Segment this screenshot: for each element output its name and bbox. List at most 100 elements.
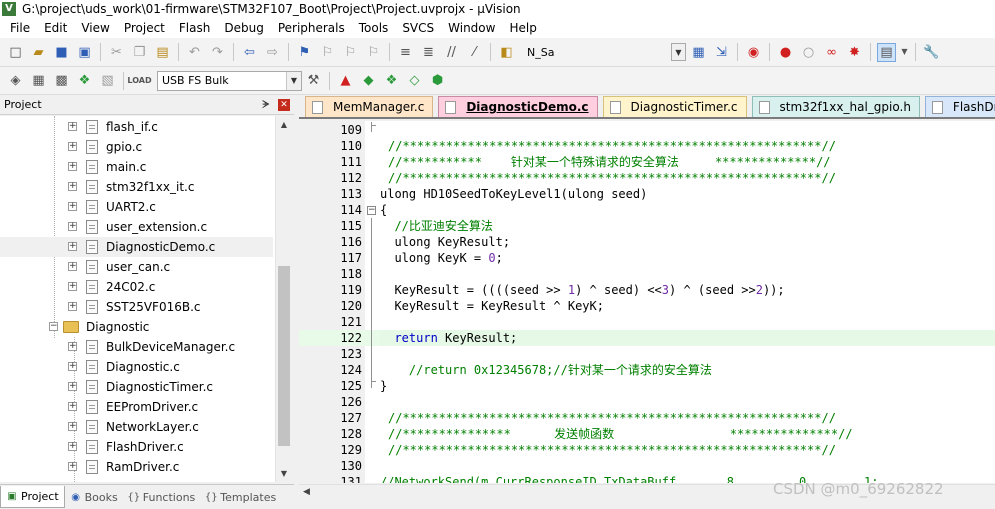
tree-file-user_can[interactable]: + user_can.c: [0, 257, 273, 277]
expand-icon[interactable]: +: [68, 342, 77, 351]
tree-file-main[interactable]: + main.c: [0, 157, 273, 177]
expand-icon[interactable]: +: [68, 182, 77, 191]
bookmark-next-icon[interactable]: ⚐: [341, 43, 360, 62]
tree-file-stm32f1xx_it[interactable]: + stm32f1xx_it.c: [0, 177, 273, 197]
scroll-down-icon[interactable]: ▼: [276, 465, 292, 482]
expand-icon[interactable]: +: [68, 242, 77, 251]
dropdown-arrow-icon[interactable]: ▼: [900, 43, 909, 62]
menu-edit[interactable]: Edit: [37, 21, 74, 35]
menu-project[interactable]: Project: [117, 21, 172, 35]
chevron-down-icon[interactable]: ▼: [286, 71, 301, 90]
new-file-icon[interactable]: □: [6, 43, 25, 62]
expand-icon[interactable]: +: [68, 462, 77, 471]
find-in-files-icon[interactable]: ◧: [497, 43, 516, 62]
target-options-icon[interactable]: ⚒: [304, 71, 323, 90]
menu-flash[interactable]: Flash: [172, 21, 217, 35]
unindent-icon[interactable]: ≣: [419, 43, 438, 62]
tab-diagnosticdemo[interactable]: DiagnosticDemo.c: [438, 96, 598, 117]
expand-icon[interactable]: +: [68, 382, 77, 391]
select-packs-icon[interactable]: ❖: [382, 71, 401, 90]
expand-icon[interactable]: +: [68, 122, 77, 131]
find-icon[interactable]: ▦: [689, 43, 708, 62]
tree-file-diagnosticdemo[interactable]: + DiagnosticDemo.c: [0, 237, 273, 257]
bookmark-clear-icon[interactable]: ⚐: [364, 43, 383, 62]
tree-file-eepromdriver[interactable]: + EEPromDriver.c: [0, 397, 273, 417]
menu-help[interactable]: Help: [502, 21, 543, 35]
pin-icon[interactable]: ᗚ: [262, 98, 270, 112]
expand-icon[interactable]: +: [68, 362, 77, 371]
expand-icon[interactable]: +: [68, 262, 77, 271]
menu-view[interactable]: View: [74, 21, 116, 35]
expand-icon[interactable]: +: [68, 142, 77, 151]
uncomment-icon[interactable]: ⁄: [465, 43, 484, 62]
kill-breakpoints-icon[interactable]: ✸: [845, 43, 864, 62]
undo-icon[interactable]: ↶: [185, 43, 204, 62]
cut-icon[interactable]: ✂: [107, 43, 126, 62]
menu-debug[interactable]: Debug: [217, 21, 270, 35]
indent-icon[interactable]: ≡: [396, 43, 415, 62]
manage-run-time-environment-icon[interactable]: ◆: [359, 71, 378, 90]
collapse-icon[interactable]: −: [367, 206, 376, 215]
navigate-forward-icon[interactable]: ⇨: [263, 43, 282, 62]
incremental-find-icon[interactable]: ⇲: [712, 43, 731, 62]
redo-icon[interactable]: ↷: [208, 43, 227, 62]
menu-file[interactable]: File: [3, 21, 37, 35]
project-tree-scrollbar[interactable]: ▲ ▼: [275, 116, 292, 482]
tab-flashdriver[interactable]: FlashDriver.c: [924, 96, 995, 117]
tab-templates[interactable]: {} Templates: [200, 486, 281, 508]
tree-file-ramdriver[interactable]: + RamDriver.c: [0, 457, 273, 477]
chevron-down-icon[interactable]: ▼: [671, 43, 686, 61]
tab-books[interactable]: ◉ Books: [65, 486, 123, 508]
comment-icon[interactable]: //: [442, 43, 461, 62]
tree-file-user_extension[interactable]: + user_extension.c: [0, 217, 273, 237]
download-load-icon[interactable]: LOAD: [127, 71, 151, 90]
tab-memmanager[interactable]: MemManager.c: [305, 96, 434, 117]
menu-svcs[interactable]: SVCS: [395, 21, 441, 35]
menu-tools[interactable]: Tools: [352, 21, 396, 35]
batch-build-icon[interactable]: ❖: [75, 71, 94, 90]
target-select[interactable]: USB FS Bulk ▼: [157, 70, 302, 91]
tree-file-gpio[interactable]: + gpio.c: [0, 137, 273, 157]
tab-stm32f1xx-hal-gpio[interactable]: stm32f1xx_hal_gpio.h: [751, 96, 920, 117]
tree-file-bulkdevicemanager[interactable]: + BulkDeviceManager.c: [0, 337, 273, 357]
tree-file-diagnostic[interactable]: + Diagnostic.c: [0, 357, 273, 377]
tree-file-uart2[interactable]: + UART2.c: [0, 197, 273, 217]
expand-icon[interactable]: +: [68, 422, 77, 431]
configure-icon[interactable]: 🔧: [922, 43, 941, 62]
expand-icon[interactable]: +: [68, 282, 77, 291]
tree-file-networklayer[interactable]: + NetworkLayer.c: [0, 417, 273, 437]
open-file-icon[interactable]: ▰: [29, 43, 48, 62]
tree-folder-diagnostic[interactable]: − Diagnostic: [0, 317, 273, 337]
navigate-back-icon[interactable]: ⇦: [240, 43, 259, 62]
save-icon[interactable]: ■: [52, 43, 71, 62]
enable-breakpoint-icon[interactable]: ○: [799, 43, 818, 62]
disable-breakpoints-icon[interactable]: ∞: [822, 43, 841, 62]
tree-file-sst25vf016b[interactable]: + SST25VF016B.c: [0, 297, 273, 317]
stop-build-icon[interactable]: ▧: [98, 71, 117, 90]
bookmark-toggle-icon[interactable]: ⚑: [295, 43, 314, 62]
software-packs-icon[interactable]: ⬢: [428, 71, 447, 90]
window-layout-icon[interactable]: ▤: [877, 42, 896, 62]
scrollbar-thumb[interactable]: [278, 266, 290, 446]
tree-file-24c02[interactable]: + 24C02.c: [0, 277, 273, 297]
code-editor[interactable]: 109 110 //******************************…: [299, 121, 995, 483]
paste-icon[interactable]: ▤: [153, 43, 172, 62]
close-icon[interactable]: ✕: [278, 98, 290, 111]
pack-installer-icon[interactable]: ◇: [405, 71, 424, 90]
tree-file-diagnostictimer[interactable]: + DiagnosticTimer.c: [0, 377, 273, 397]
copy-icon[interactable]: ❐: [130, 43, 149, 62]
save-all-icon[interactable]: ▣: [75, 43, 94, 62]
scroll-left-icon[interactable]: ◀: [303, 487, 310, 497]
tab-diagnostictimer[interactable]: DiagnosticTimer.c: [602, 96, 747, 117]
build-icon[interactable]: ▦: [29, 71, 48, 90]
translate-icon[interactable]: ◈: [6, 71, 25, 90]
tree-file-flashdriver[interactable]: + FlashDriver.c: [0, 437, 273, 457]
tab-project[interactable]: ▣ Project: [0, 486, 65, 508]
collapse-icon[interactable]: −: [49, 322, 58, 331]
manage-project-items-icon[interactable]: ▲: [336, 71, 355, 90]
expand-icon[interactable]: +: [68, 442, 77, 451]
expand-icon[interactable]: +: [68, 202, 77, 211]
expand-icon[interactable]: +: [68, 222, 77, 231]
menu-window[interactable]: Window: [441, 21, 502, 35]
insert-breakpoint-icon[interactable]: ●: [776, 43, 795, 62]
